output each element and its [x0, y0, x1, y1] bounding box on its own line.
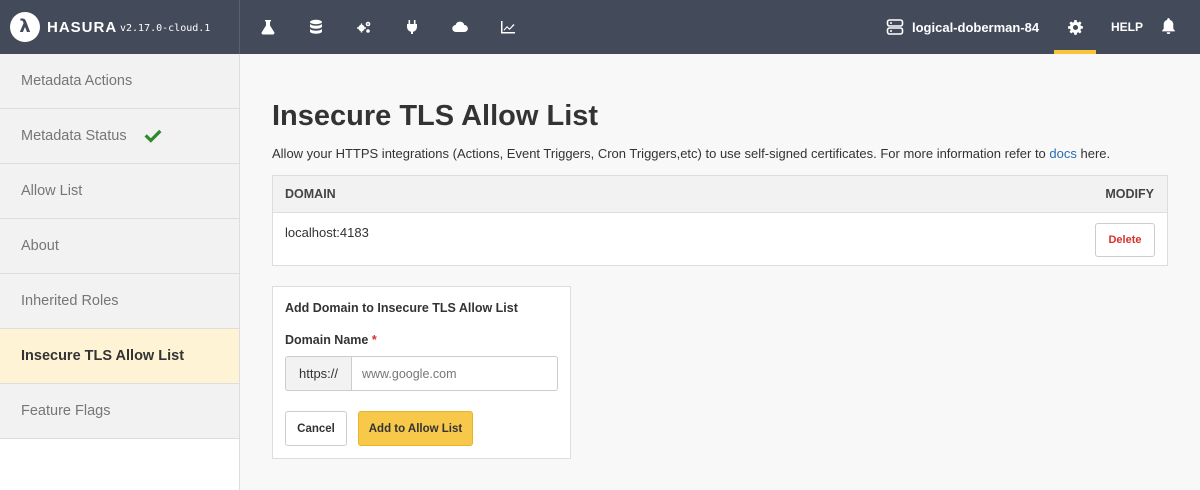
delete-button[interactable]: Delete — [1095, 223, 1155, 257]
sidebar-item-inherited-roles[interactable]: Inherited Roles — [0, 274, 239, 329]
domain-name-label: Domain Name * — [285, 333, 377, 347]
sidebar-item-allow-list[interactable]: Allow List — [0, 164, 239, 219]
sidebar-item-metadata-status[interactable]: Metadata Status — [0, 109, 239, 164]
sidebar: Metadata Actions Metadata Status Allow L… — [0, 54, 240, 490]
hasura-logo-icon: λ — [10, 12, 40, 42]
add-to-allow-list-button[interactable]: Add to Allow List — [358, 411, 473, 446]
help-link[interactable]: HELP — [1111, 20, 1143, 34]
sidebar-item-about[interactable]: About — [0, 219, 239, 274]
add-domain-form: Add Domain to Insecure TLS Allow List Do… — [272, 286, 571, 459]
allow-list-table: DOMAIN MODIFY localhost:4183 Delete — [272, 175, 1168, 266]
cancel-button[interactable]: Cancel — [285, 411, 347, 446]
domain-cell: localhost:4183 — [285, 225, 369, 240]
top-navbar: λ HASURA v2.17.0-cloud.1 logical-doberma… — [0, 0, 1200, 54]
page-title: Insecure TLS Allow List — [272, 100, 599, 132]
plug-icon[interactable] — [403, 18, 421, 36]
flask-icon[interactable] — [259, 18, 277, 36]
settings-tab[interactable] — [1054, 0, 1096, 54]
table-header: DOMAIN MODIFY — [273, 176, 1167, 213]
sidebar-item-metadata-actions[interactable]: Metadata Actions — [0, 54, 239, 109]
table-row: localhost:4183 Delete — [273, 213, 1167, 265]
column-header-domain: DOMAIN — [285, 187, 336, 201]
domain-input-group: https:// — [285, 356, 558, 391]
server-icon — [886, 19, 904, 35]
database-icon[interactable] — [307, 18, 325, 36]
required-marker: * — [371, 333, 377, 347]
brand-name: HASURA — [47, 19, 118, 36]
project-selector[interactable]: logical-doberman-84 — [886, 17, 1039, 37]
cloud-icon[interactable] — [451, 18, 469, 36]
version-label: v2.17.0-cloud.1 — [120, 23, 211, 34]
gears-icon[interactable] — [355, 18, 373, 36]
check-icon — [143, 127, 163, 145]
page-description: Allow your HTTPS integrations (Actions, … — [272, 146, 1111, 161]
https-prefix: https:// — [285, 356, 351, 391]
sidebar-item-feature-flags[interactable]: Feature Flags — [0, 384, 239, 439]
brand[interactable]: λ HASURA v2.17.0-cloud.1 — [0, 0, 240, 54]
sidebar-item-insecure-tls-allow-list[interactable]: Insecure TLS Allow List — [0, 329, 239, 384]
column-header-modify: MODIFY — [1105, 187, 1154, 201]
bell-icon[interactable] — [1160, 17, 1178, 35]
docs-link[interactable]: docs — [1049, 146, 1076, 161]
domain-input[interactable] — [351, 356, 558, 391]
gear-icon — [1067, 19, 1083, 35]
form-title: Add Domain to Insecure TLS Allow List — [285, 301, 518, 315]
project-name: logical-doberman-84 — [912, 19, 1040, 35]
chart-icon[interactable] — [499, 18, 517, 36]
